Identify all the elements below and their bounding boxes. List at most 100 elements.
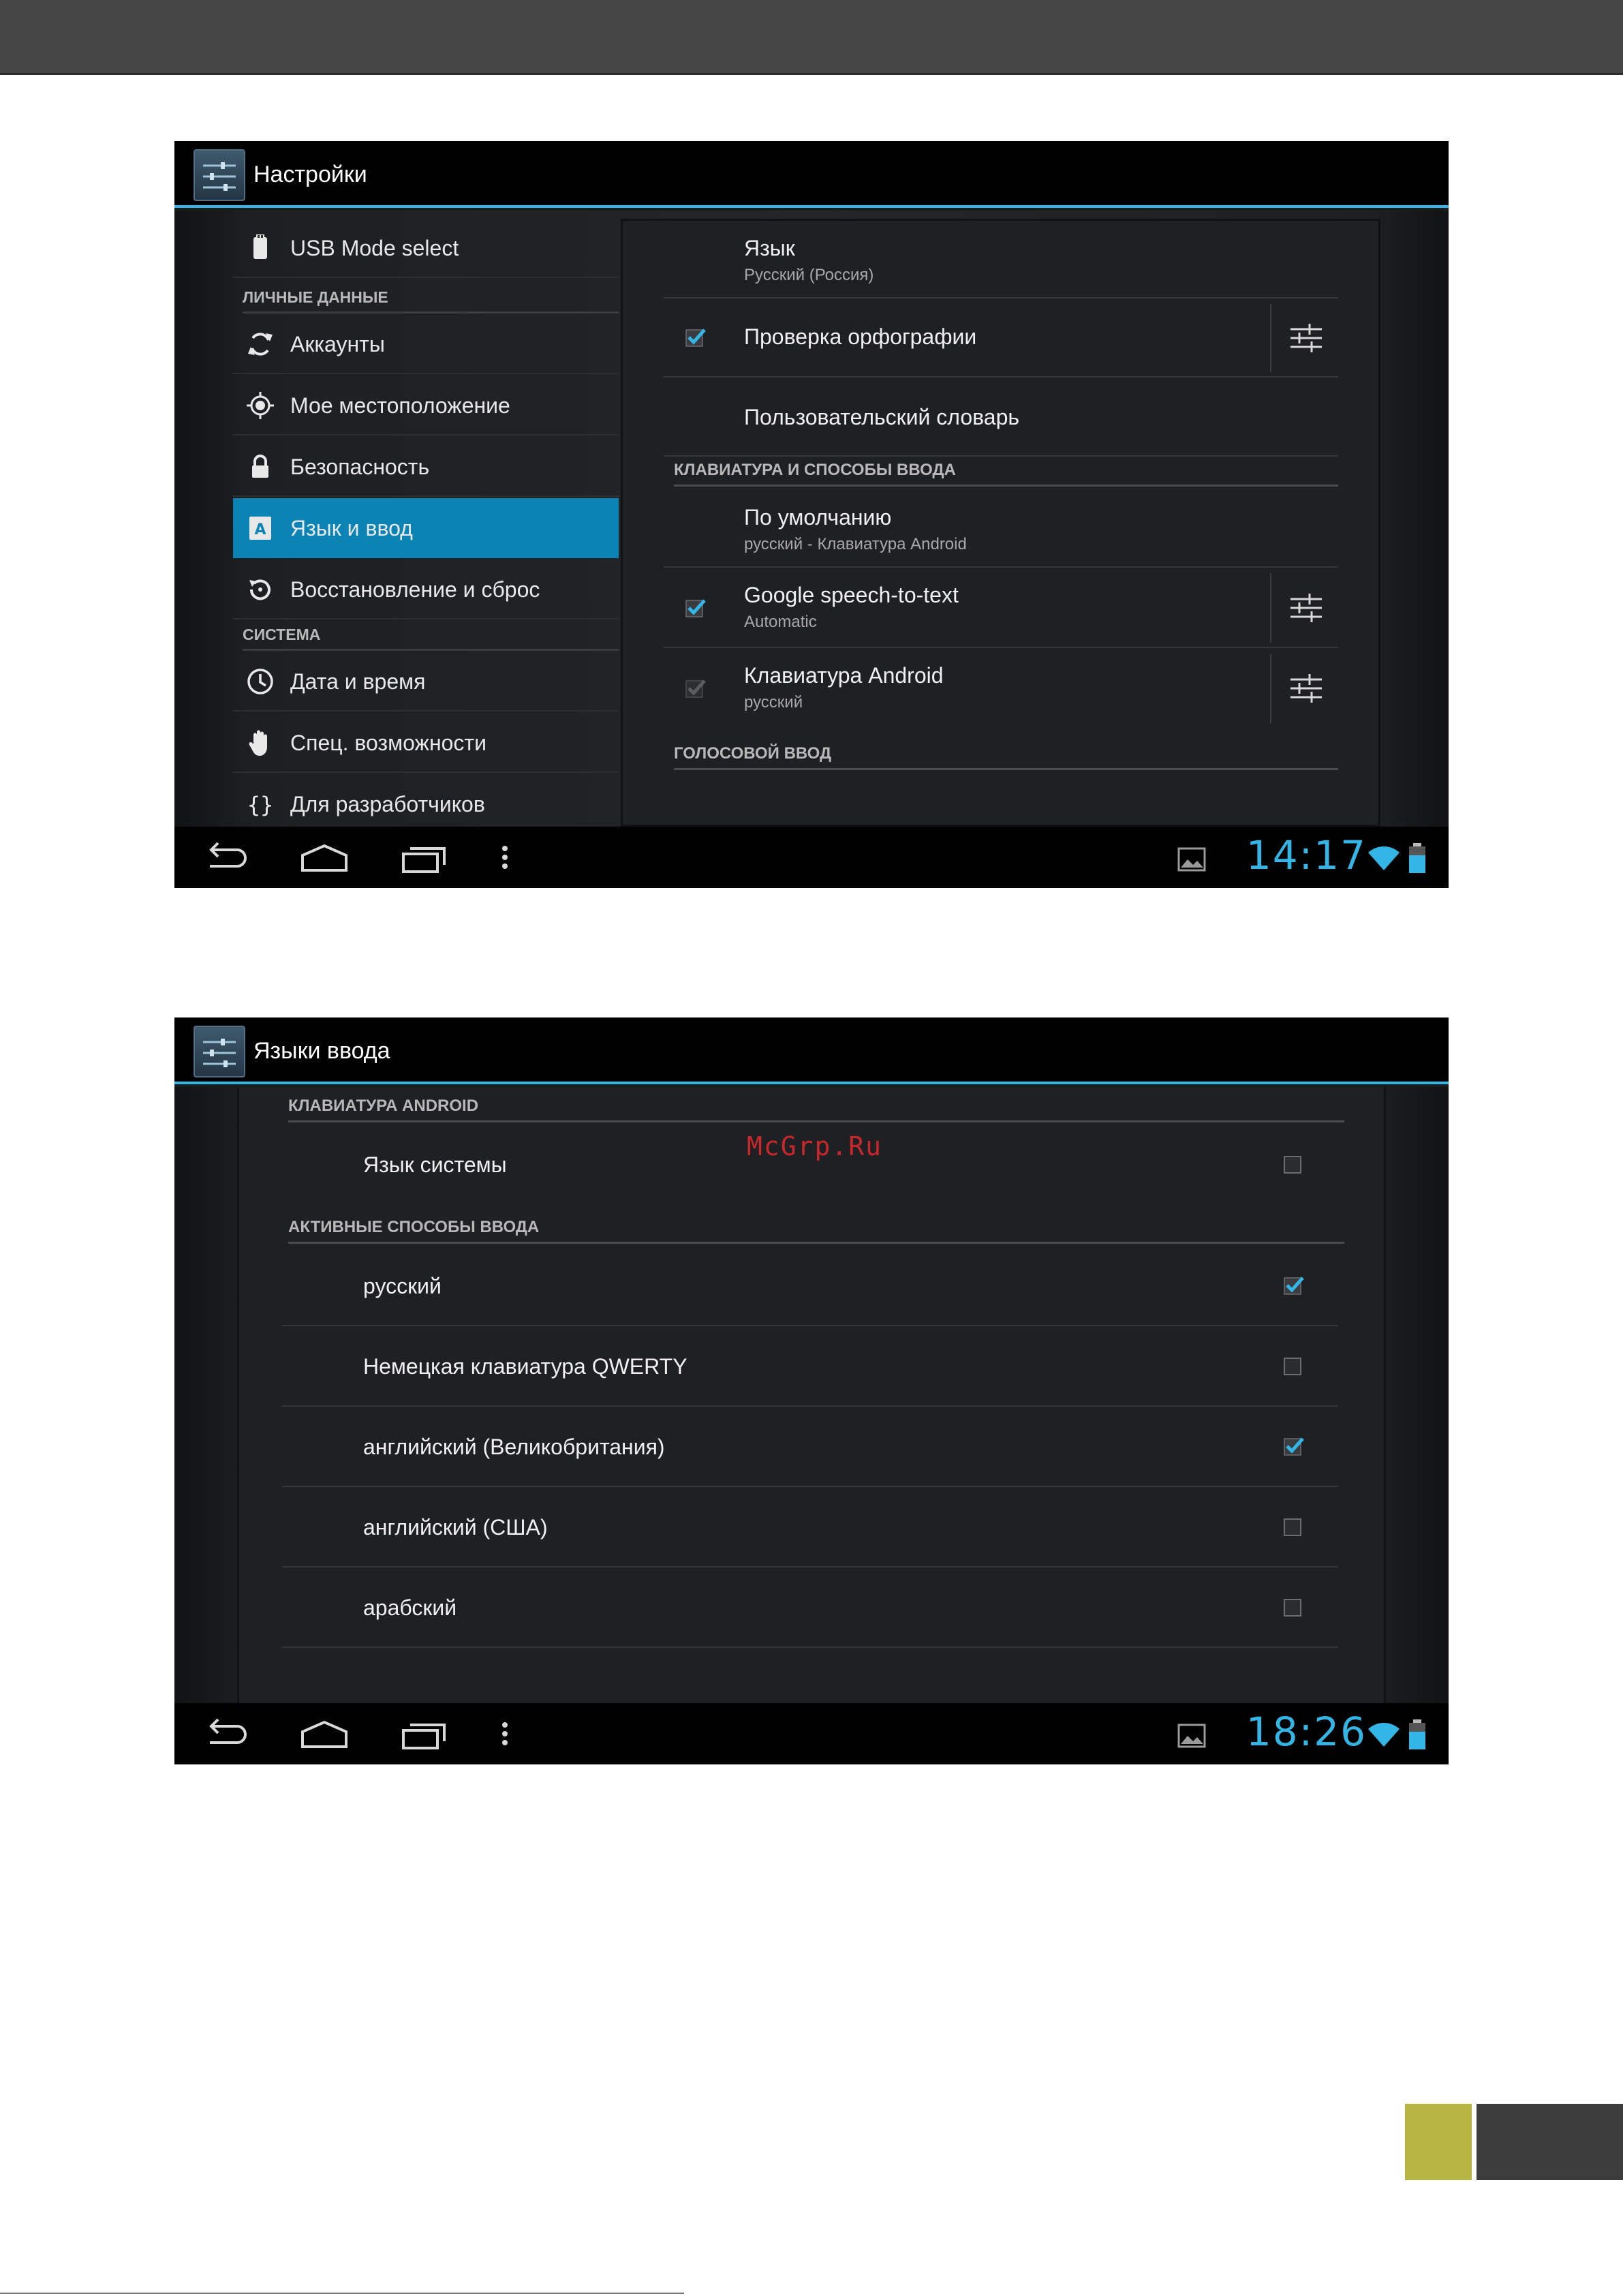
settings-categories-list: USB Mode select ЛИЧНЫЕ ДАННЫЕ Аккаунты М… <box>233 219 619 827</box>
google-voice-row[interactable]: Google speech-to-text Automatic <box>664 568 1338 648</box>
input-languages-screenshot: Языки ввода КЛАВИАТУРА ANDROID Язык сист… <box>174 1017 1449 1764</box>
screenshot-notification-icon[interactable] <box>1177 1724 1206 1748</box>
google-voice-title: Google speech-to-text <box>744 583 959 607</box>
voice-input-section-header: ГОЛОСОВОЙ ВВОД <box>674 740 1338 770</box>
spellcheck-row[interactable]: Проверка орфографии <box>664 299 1338 378</box>
footer-rule <box>0 2293 684 2294</box>
android-keyboard-value: русский <box>744 693 803 711</box>
language-icon: A <box>249 517 271 540</box>
action-bar: Настройки <box>174 141 1449 208</box>
language-label: английский (США) <box>363 1515 548 1540</box>
wifi-icon <box>1368 1723 1400 1747</box>
sidebar-item-backup-reset[interactable]: Восстановление и сброс <box>233 560 619 619</box>
language-checkbox-checked[interactable] <box>1281 1274 1304 1297</box>
page-title: Языки ввода <box>253 1038 390 1064</box>
svg-text:A: A <box>254 521 266 538</box>
language-label: английский (Великобритания) <box>363 1435 665 1459</box>
divider <box>1270 654 1271 723</box>
page-title: Настройки <box>253 162 367 187</box>
battery-icon <box>1409 1719 1425 1749</box>
list-item[interactable]: арабский <box>282 1567 1338 1648</box>
divider <box>1270 573 1271 643</box>
braces-icon: {} <box>247 792 274 818</box>
list-item[interactable]: Немецкая клавиатура QWERTY <box>282 1326 1338 1407</box>
recent-apps-icon[interactable] <box>397 840 451 874</box>
list-item[interactable]: английский (Великобритания) <box>282 1407 1338 1487</box>
sidebar-item-label: Язык и ввод <box>290 516 413 540</box>
settings-tune-icon[interactable] <box>1289 671 1323 705</box>
language-setting-row[interactable]: Язык Русский (Россия) <box>664 221 1338 299</box>
section-header-personal: ЛИЧНЫЕ ДАННЫЕ <box>243 284 619 313</box>
sidebar-item-location[interactable]: Мое местоположение <box>233 376 619 435</box>
settings-content: USB Mode select ЛИЧНЫЕ ДАННЫЕ Аккаунты М… <box>174 211 1449 827</box>
language-checkbox[interactable] <box>1281 1515 1304 1538</box>
language-title: Язык <box>744 236 795 260</box>
divider <box>1270 304 1271 372</box>
language-label: Немецкая клавиатура QWERTY <box>363 1354 687 1379</box>
user-dictionary-row[interactable]: Пользовательский словарь <box>664 378 1338 457</box>
lock-icon <box>252 455 268 478</box>
sidebar-item-accessibility[interactable]: Спец. возможности <box>233 713 619 773</box>
recent-apps-icon[interactable] <box>397 1717 451 1751</box>
home-icon[interactable] <box>297 1717 352 1751</box>
android-keyboard-checkbox <box>685 679 706 698</box>
language-label: Язык системы <box>363 1152 507 1177</box>
sidebar-item-accounts[interactable]: Аккаунты <box>233 314 619 374</box>
hand-icon <box>249 730 267 756</box>
menu-overflow-icon[interactable] <box>495 840 515 874</box>
input-languages-list: КЛАВИАТУРА ANDROID Язык системы АКТИВНЫЕ… <box>237 1087 1386 1703</box>
action-bar: Языки ввода <box>174 1017 1449 1084</box>
spellcheck-checkbox[interactable] <box>684 326 707 349</box>
system-language-checkbox[interactable] <box>1281 1152 1304 1176</box>
user-dictionary-label: Пользовательский словарь <box>744 405 1020 429</box>
status-clock: 14:17 <box>1246 832 1367 878</box>
sidebar-item-date-time[interactable]: Дата и время <box>233 652 619 711</box>
settings-tune-icon[interactable] <box>1289 591 1323 625</box>
home-icon[interactable] <box>297 840 352 874</box>
sidebar-item-security[interactable]: Безопасность <box>233 437 619 497</box>
location-icon <box>247 392 274 419</box>
status-clock: 18:26 <box>1246 1709 1367 1755</box>
input-languages-content: КЛАВИАТУРА ANDROID Язык системы АКТИВНЫЕ… <box>174 1087 1449 1703</box>
language-checkbox[interactable] <box>1281 1595 1304 1619</box>
usb-icon <box>253 234 267 259</box>
sidebar-item-language-input[interactable]: A Язык и ввод <box>233 498 619 558</box>
settings-app-icon[interactable] <box>194 1026 245 1077</box>
default-keyboard-value: русский - Клавиатура Android <box>744 535 967 553</box>
settings-tune-icon[interactable] <box>1289 321 1323 355</box>
settings-app-icon[interactable] <box>194 149 245 201</box>
sidebar-item-label: Для разработчиков <box>290 792 485 816</box>
language-label: русский <box>363 1274 442 1298</box>
list-item[interactable]: английский (США) <box>282 1487 1338 1567</box>
google-voice-checkbox[interactable] <box>684 596 707 619</box>
back-icon[interactable] <box>199 840 253 874</box>
system-navigation-bar: 14:17 <box>174 827 1449 888</box>
back-icon[interactable] <box>199 1717 253 1751</box>
clock-icon <box>247 669 273 694</box>
sidebar-item-usb-mode[interactable]: USB Mode select <box>233 219 619 278</box>
screenshot-notification-icon[interactable] <box>1177 847 1206 872</box>
default-keyboard-row[interactable]: По умолчанию русский - Клавиатура Androi… <box>664 489 1338 568</box>
page-header-band <box>0 0 1623 75</box>
settings-screenshot: Настройки USB Mode select ЛИЧНЫЕ ДАННЫЕ … <box>174 141 1449 888</box>
default-keyboard-title: По умолчанию <box>744 505 892 530</box>
sidebar-item-developer[interactable]: {} Для разработчиков <box>233 774 619 827</box>
android-keyboard-row[interactable]: Клавиатура Android русский <box>664 648 1338 729</box>
sidebar-item-label: Аккаунты <box>290 332 385 356</box>
battery-icon <box>1409 843 1425 873</box>
restore-icon <box>249 579 270 600</box>
active-input-methods-header: АКТИВНЫЕ СПОСОБЫ ВВОДА <box>288 1214 1344 1244</box>
system-navigation-bar: 18:26 <box>174 1703 1449 1764</box>
language-label: арабский <box>363 1595 457 1620</box>
sidebar-item-label: Спец. возможности <box>290 731 486 755</box>
language-value: Русский (Россия) <box>744 266 874 284</box>
menu-overflow-icon[interactable] <box>495 1717 515 1751</box>
sidebar-item-label: Дата и время <box>290 669 426 694</box>
list-item[interactable]: русский <box>282 1246 1338 1326</box>
sidebar-item-label: Безопасность <box>290 455 430 479</box>
language-checkbox-checked[interactable] <box>1281 1435 1304 1458</box>
wifi-icon <box>1368 846 1400 870</box>
svg-text:{}: {} <box>247 792 274 818</box>
sidebar-item-label: Восстановление и сброс <box>290 577 540 602</box>
language-checkbox[interactable] <box>1281 1354 1304 1377</box>
